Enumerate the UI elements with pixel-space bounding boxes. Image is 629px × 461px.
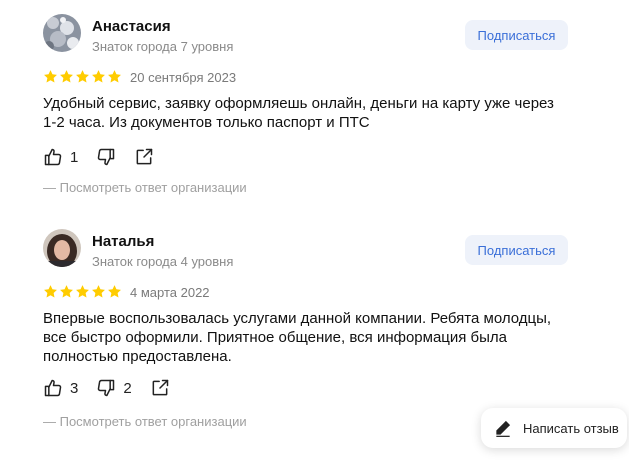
org-reply-link[interactable]: — Посмотреть ответ организации <box>43 180 247 195</box>
star-icon <box>92 285 105 298</box>
like-button[interactable]: 3 <box>43 378 78 398</box>
star-icon <box>92 70 105 83</box>
write-review-button[interactable]: Написать отзыв <box>481 408 627 448</box>
avatar[interactable] <box>43 14 81 52</box>
rating-stars <box>43 284 122 300</box>
review-text: Удобный сервис, заявку оформляешь онлайн… <box>43 95 554 131</box>
like-count: 1 <box>70 148 79 166</box>
avatar[interactable] <box>43 229 81 267</box>
pencil-icon <box>496 420 511 437</box>
like-count: 3 <box>70 379 79 397</box>
star-icon <box>44 285 57 298</box>
thumb-up-icon <box>44 379 62 397</box>
dislike-button[interactable]: 2 <box>96 378 132 398</box>
star-icon <box>60 285 73 298</box>
star-icon <box>76 70 89 83</box>
author-name[interactable]: Анастасия <box>92 18 171 35</box>
author-level: Знаток города 7 уровня <box>92 39 234 54</box>
star-icon <box>76 285 89 298</box>
dislike-button[interactable] <box>96 147 116 167</box>
thumb-down-icon <box>98 379 115 397</box>
star-icon <box>60 70 73 83</box>
share-icon <box>136 148 153 165</box>
review-date: 4 марта 2022 <box>130 285 210 300</box>
share-icon <box>152 379 168 396</box>
org-reply-link[interactable]: — Посмотреть ответ организации <box>43 414 247 429</box>
review-actions: 3 2 <box>43 375 188 401</box>
subscribe-button[interactable]: Подписаться <box>465 20 568 50</box>
share-button[interactable] <box>150 378 170 398</box>
thumb-down-icon <box>98 148 115 166</box>
like-button[interactable]: 1 <box>43 147 78 167</box>
star-icon <box>108 70 121 83</box>
rating-stars <box>43 69 122 85</box>
write-review-label: Написать отзыв <box>523 420 619 436</box>
subscribe-button[interactable]: Подписаться <box>465 235 568 265</box>
author-level: Знаток города 4 уровня <box>92 254 234 269</box>
thumb-up-icon <box>44 148 62 166</box>
dislike-count: 2 <box>123 379 132 397</box>
star-icon <box>44 70 57 83</box>
share-button[interactable] <box>134 147 154 167</box>
author-name[interactable]: Наталья <box>92 233 154 250</box>
review-date: 20 сентября 2023 <box>130 70 237 85</box>
review-text: Впервые воспользовалась услугами данной … <box>43 310 552 365</box>
star-icon <box>108 285 121 298</box>
review-actions: 1 <box>43 144 172 170</box>
